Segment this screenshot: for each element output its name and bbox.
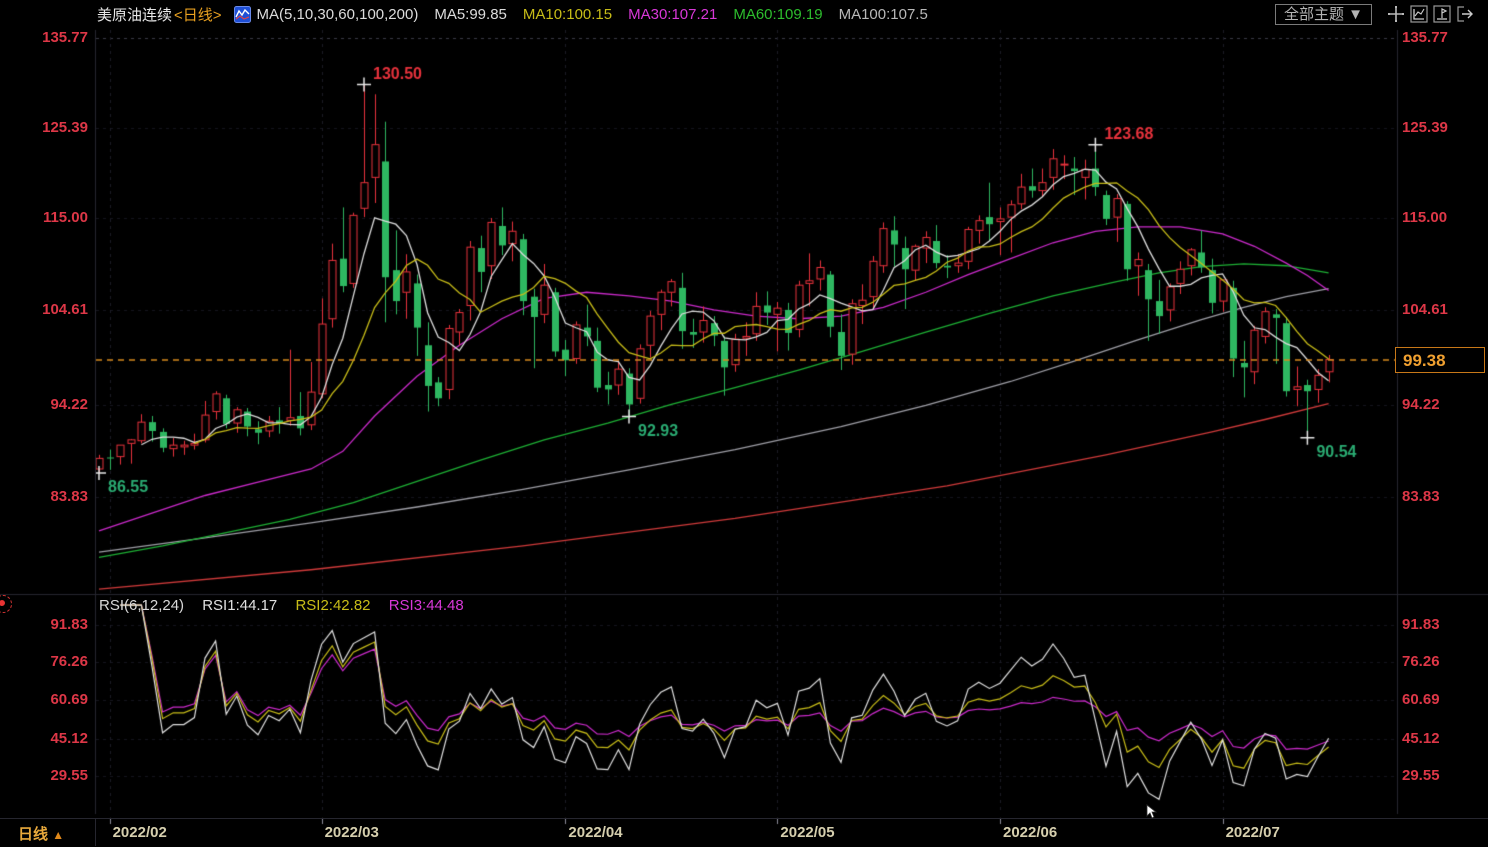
rsi-axis-label: 60.69 [0,691,88,709]
date-label: 2022/06 [1003,824,1057,841]
price-axis-label: 115.00 [1402,209,1488,227]
rsi-axis-label: 29.55 [0,767,88,785]
ma100-value: MA100:107.5 [839,6,928,23]
price-axis-label: 83.83 [0,488,88,506]
rsi-axis-label: 76.26 [0,653,88,671]
rsi2-value: RSI2:42.82 [295,597,370,614]
ma5-value: MA5:99.85 [434,6,507,23]
price-axis-label: 125.39 [1402,119,1488,137]
rsi1-value: RSI1:44.17 [202,597,277,614]
price-axis-label: 125.39 [0,119,88,137]
date-label: 2022/03 [325,824,379,841]
price-axis-label: 94.22 [1402,396,1488,414]
theme-dropdown-button[interactable]: 全部主题 ▼ [1275,4,1372,25]
crosshair-icon[interactable] [1387,5,1405,23]
price-axis-label: 135.77 [1402,29,1488,47]
price-axis-label: 115.00 [0,209,88,227]
price-axis-label: 104.61 [0,301,88,319]
period-tag: <日线> [174,4,222,25]
indicator-icon[interactable] [234,6,251,23]
export-icon[interactable] [1456,5,1474,23]
price-axis-label: 94.22 [0,396,88,414]
price-axis-label: 104.61 [1402,301,1488,319]
symbol-title: 美原油连续 [97,4,172,25]
ma30-value: MA30:107.21 [628,6,717,23]
price-axis-label: 135.77 [0,29,88,47]
price-axis-label: 83.83 [1402,488,1488,506]
rsi-axis-label: 60.69 [1402,691,1488,709]
rsi-axis-label: 45.12 [1402,730,1488,748]
date-label: 2022/07 [1226,824,1280,841]
ma-settings-label: MA(5,10,30,60,100,200) [257,6,419,23]
draw-flag-icon[interactable] [1433,5,1451,23]
period-selector[interactable]: 日线 ▲ [18,823,64,844]
top-legend-bar: 美原油连续 <日线> MA(5,10,30,60,100,200) MA5:99… [0,0,1488,28]
rsi-axis-label: 45.12 [0,730,88,748]
ma60-value: MA60:109.19 [733,6,822,23]
rsi-axis-label: 91.83 [1402,616,1488,634]
rsi3-value: RSI3:44.48 [389,597,464,614]
rsi-axis-label: 29.55 [1402,767,1488,785]
rsi-axis-label: 76.26 [1402,653,1488,671]
date-label: 2022/04 [568,824,622,841]
bottom-time-axis: 日线 ▲ 2022/02 2022/03 2022/04 2022/05 202… [0,818,1488,847]
axis-scale-icon[interactable] [1410,5,1428,23]
rsi-axis-label: 91.83 [0,616,88,634]
candlestick-chart-canvas[interactable] [0,0,1488,846]
ma10-value: MA10:100.15 [523,6,612,23]
rsi-settings-label: RSI(6,12,24) [99,597,184,614]
date-label: 2022/02 [113,824,167,841]
rsi-legend: RSI(6,12,24) RSI1:44.17 RSI2:42.82 RSI3:… [99,597,464,614]
current-price-box: 99.38 [1395,347,1485,373]
date-label: 2022/05 [780,824,834,841]
mouse-cursor-icon [1146,804,1159,825]
bottom-bar-divider [95,818,96,846]
